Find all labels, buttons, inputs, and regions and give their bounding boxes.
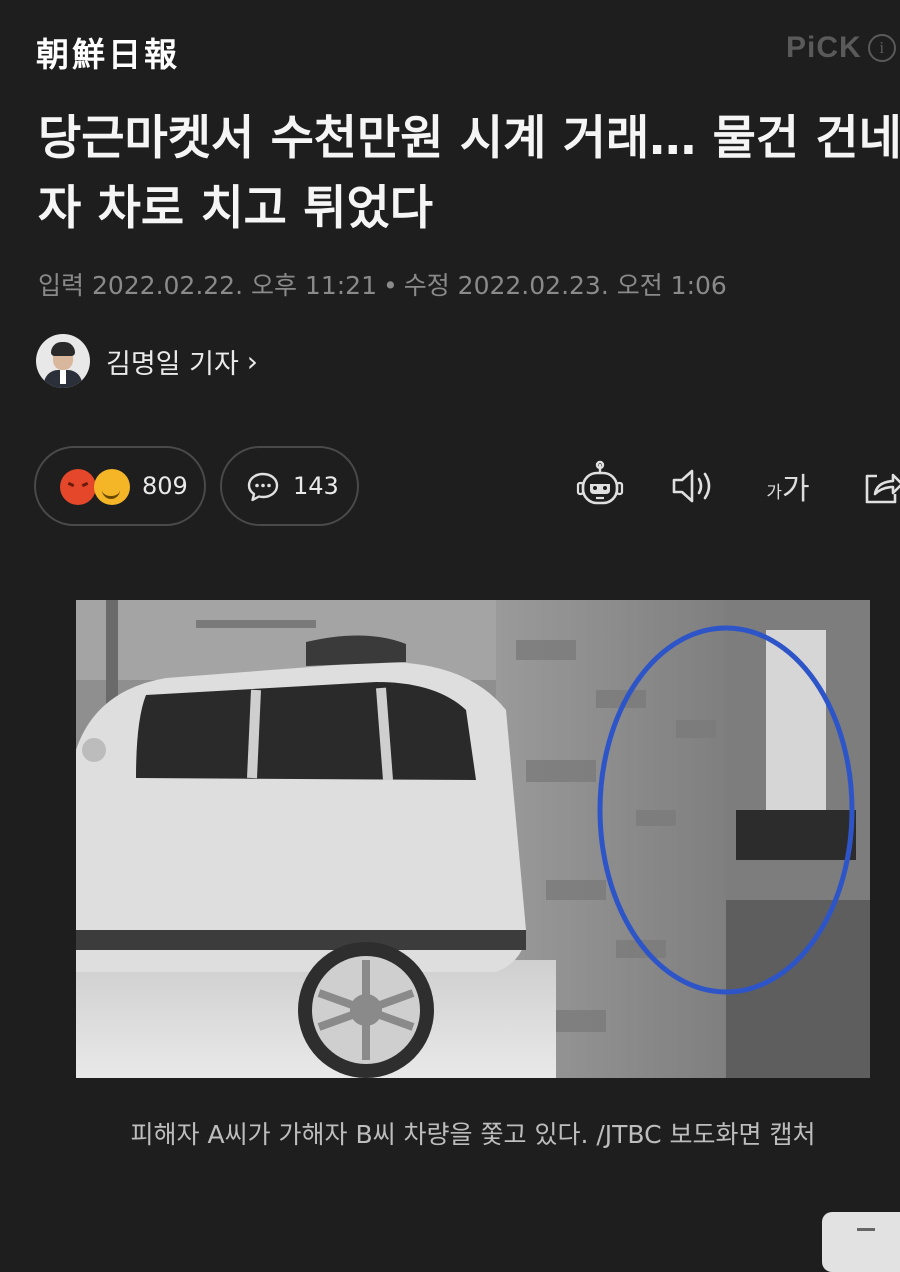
photo-caption: 피해자 A씨가 가해자 B씨 차량을 쫓고 있다. /JTBC 보도화면 캡처 (130, 1120, 816, 1149)
font-size-button[interactable]: 가 가 (756, 458, 820, 514)
font-size-large-glyph: 가 (782, 472, 810, 507)
angry-emoji-icon (60, 469, 96, 505)
published-date: 입력 2022.02.22. 오후 11:21 (38, 271, 377, 300)
author-avatar[interactable] (36, 334, 90, 388)
robot-summary-icon (576, 460, 624, 505)
font-size-small-glyph: 가 (766, 482, 783, 503)
scroll-to-top-button[interactable] (822, 1212, 900, 1272)
author-byline[interactable]: 김명일 기자 › (36, 334, 258, 388)
share-icon (865, 473, 900, 504)
pick-badge[interactable]: PiCK i (786, 30, 896, 66)
author-name[interactable]: 김명일 기자 (106, 342, 239, 381)
reaction-button[interactable]: 809 (34, 446, 206, 526)
speech-bubble-icon (247, 472, 279, 502)
chosun-ilbo-logo[interactable]: 朝鮮日報 (36, 28, 180, 76)
share-button[interactable] (858, 458, 900, 514)
comment-count: 143 (293, 472, 339, 500)
cctv-screenshot-image (76, 600, 870, 1078)
masthead: 朝鮮日報 PiCK i (0, 0, 900, 96)
smile-emoji-icon (94, 469, 130, 505)
chevron-right-icon: › (246, 344, 258, 378)
article-dateline: 입력 2022.02.22. 오후 11:21 • 수정 2022.02.23. 오… (38, 266, 727, 302)
pick-label: PiCK (786, 31, 862, 64)
info-icon[interactable]: i (867, 34, 896, 62)
date-separator: • (382, 271, 398, 300)
comment-button[interactable]: 143 (220, 446, 359, 526)
article-photo[interactable] (76, 600, 870, 1078)
speaker-icon (672, 469, 711, 503)
modified-date: 수정 2022.02.23. 오전 1:06 (403, 271, 727, 300)
reaction-count: 809 (142, 472, 188, 500)
read-aloud-button[interactable] (668, 458, 718, 514)
summary-bot-button[interactable] (572, 458, 628, 514)
article-headline: 당근마켓서 수천만원 시계 거래… 물건 건네자 차로 치고 튀었다 (38, 111, 900, 236)
